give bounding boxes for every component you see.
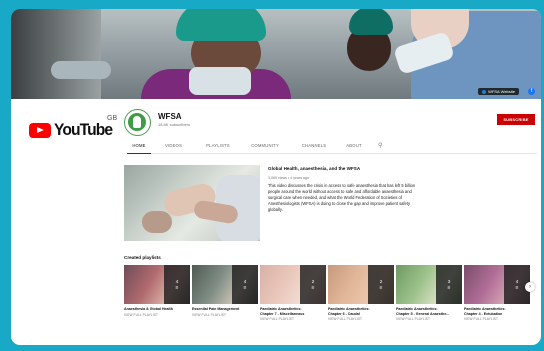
region-code: GB (107, 115, 118, 122)
view-full-playlist-link[interactable]: VIEW FULL PLAYLIST (328, 317, 394, 321)
avatar-figure (133, 116, 141, 128)
playlist-count-overlay: 4 ≡ (164, 265, 190, 304)
playlist-icon: ≡ (447, 285, 451, 291)
playlist-card[interactable]: 2 ≡ Paediatric Anaesthetics: Chapter 7 -… (260, 265, 326, 321)
screenshot-frame: WFSA Website f YouTube GB WFSA 18.8K sub… (11, 9, 541, 345)
youtube-logo[interactable]: YouTube GB (29, 115, 117, 140)
banner-cap-2 (349, 9, 393, 35)
playlist-icon: ≡ (379, 285, 383, 291)
playlist-count-overlay: 2 ≡ (300, 265, 326, 304)
youtube-play-icon (29, 122, 51, 138)
playlist-count: 4 (175, 279, 179, 284)
subscribe-button[interactable]: SUBSCRIBE (497, 114, 535, 125)
website-link[interactable]: WFSA Website (478, 88, 519, 95)
link-icon (482, 89, 487, 94)
playlist-count: 4 (515, 279, 519, 284)
banner-background-left (11, 9, 101, 99)
website-link-label: WFSA Website (488, 89, 515, 94)
playlist-thumbnail[interactable]: 2 ≡ (260, 265, 326, 304)
thumb-baby (142, 211, 172, 233)
playlist-thumbnail[interactable]: 2 ≡ (328, 265, 394, 304)
featured-video-title[interactable]: Global Health, anaesthesia, and the WFSA (268, 166, 360, 171)
playlist-icon: ≡ (175, 285, 179, 291)
playlist-count-overlay: 2 ≡ (368, 265, 394, 304)
playlist-icon: ≡ (243, 285, 247, 291)
tab-playlists[interactable]: PLAYLISTS (196, 138, 240, 154)
facebook-icon[interactable]: f (528, 88, 535, 95)
playlist-card[interactable]: 4 ≡ Anaesthesia & Global Health VIEW FUL… (124, 265, 190, 317)
channel-tabs: HOME VIDEOS PLAYLISTS COMMUNITY CHANNELS… (127, 138, 537, 154)
tab-videos[interactable]: VIDEOS (151, 138, 196, 154)
playlist-subtitle[interactable]: Chapter 6 - Caudal (328, 312, 394, 317)
view-full-playlist-link[interactable]: VIEW FULL PLAYLIST (192, 313, 258, 317)
playlist-count-overlay: 3 ≡ (436, 265, 462, 304)
playlist-count: 3 (447, 279, 451, 284)
channel-name: WFSA (158, 112, 182, 121)
view-full-playlist-link[interactable]: VIEW FULL PLAYLIST (396, 317, 462, 321)
chevron-right-icon[interactable]: › (525, 282, 535, 292)
playlist-card[interactable]: 3 ≡ Paediatric Anaesthetics: Chapter 5 -… (396, 265, 462, 321)
playlist-count: 2 (379, 279, 383, 284)
tab-community[interactable]: COMMUNITY (240, 138, 290, 154)
playlist-card[interactable]: 4 ≡ Essential Pain Management VIEW FULL … (192, 265, 258, 317)
playlist-subtitle[interactable]: Chapter 4 - Extubation (464, 312, 530, 317)
playlist-title[interactable]: Essential Pain Management (192, 307, 258, 312)
playlist-count: 4 (243, 279, 247, 284)
featured-video-thumbnail[interactable] (124, 165, 260, 241)
banner-mask-1 (189, 67, 251, 95)
channel-avatar[interactable] (124, 109, 151, 136)
banner-gloves (51, 61, 111, 79)
playlist-card[interactable]: 2 ≡ Paediatric Anaesthetics: Chapter 6 -… (328, 265, 394, 321)
playlist-thumbnail[interactable]: 4 ≡ (192, 265, 258, 304)
playlist-card[interactable]: 4 ≡ Paediatric Anaesthetics: Chapter 4 -… (464, 265, 530, 321)
playlist-thumbnail[interactable]: 3 ≡ (396, 265, 462, 304)
playlist-subtitle[interactable]: Chapter 5 - General Anaesthe... (396, 312, 462, 317)
playlist-subtitle[interactable]: Chapter 7 - Miscellaneous (260, 312, 326, 317)
banner-cap-1 (176, 9, 266, 41)
playlist-count-overlay: 4 ≡ (232, 265, 258, 304)
view-full-playlist-link[interactable]: VIEW FULL PLAYLIST (124, 313, 190, 317)
channel-banner: WFSA Website f (11, 9, 541, 99)
playlist-icon: ≡ (311, 285, 315, 291)
playlist-thumbnail[interactable]: 4 ≡ (124, 265, 190, 304)
featured-video-description: This video discusses the crisis in acces… (268, 183, 416, 213)
playlist-shelf: 4 ≡ Anaesthesia & Global Health VIEW FUL… (124, 265, 534, 329)
tab-home[interactable]: HOME (127, 138, 151, 154)
view-full-playlist-link[interactable]: VIEW FULL PLAYLIST (464, 317, 530, 321)
search-icon[interactable]: ⚲ (378, 142, 382, 149)
featured-video-meta: 3,069 views • 4 years ago (268, 176, 310, 180)
tab-about[interactable]: ABOUT (338, 138, 370, 154)
view-full-playlist-link[interactable]: VIEW FULL PLAYLIST (260, 317, 326, 321)
playlist-icon: ≡ (515, 285, 519, 291)
youtube-wordmark: YouTube (54, 120, 113, 139)
playlist-thumbnail[interactable]: 4 ≡ (464, 265, 530, 304)
tab-channels[interactable]: CHANNELS (290, 138, 338, 154)
section-title[interactable]: Created playlists (124, 255, 161, 260)
playlist-count: 2 (311, 279, 315, 284)
playlist-title[interactable]: Anaesthesia & Global Health (124, 307, 190, 312)
subscriber-count: 18.8K subscribers (158, 122, 191, 127)
